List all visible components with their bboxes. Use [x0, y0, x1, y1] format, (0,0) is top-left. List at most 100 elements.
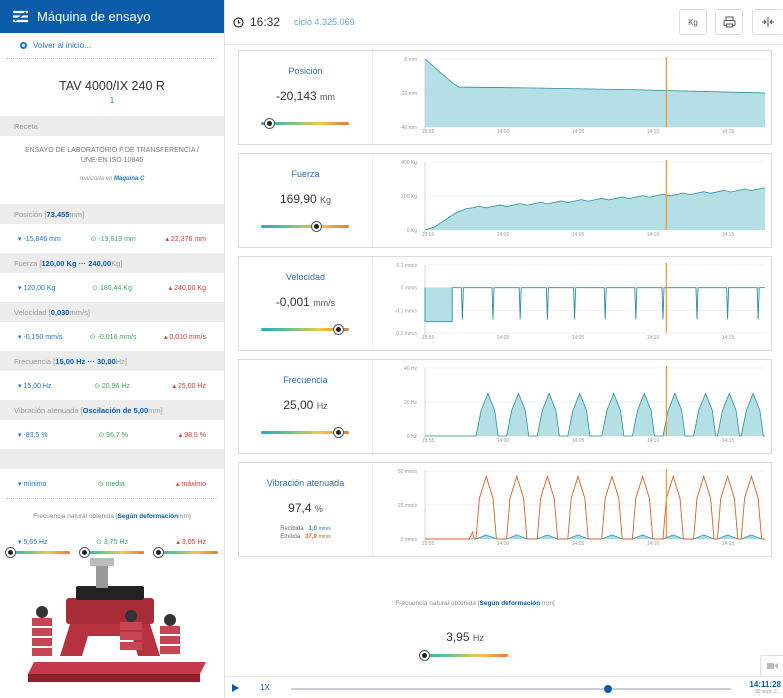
stat-min: ▾ 15,00 Hz: [18, 382, 52, 390]
y-tick-label: 50 mm/s: [398, 469, 418, 475]
unit-button[interactable]: Kg: [679, 9, 707, 35]
natfreq-label: Frecuencia natural obtenida [Según defor…: [6, 498, 218, 533]
section-range: 73,455: [46, 209, 70, 219]
section-label: Vibración atenuada [: [14, 405, 83, 415]
natfreq-main-unit: Hz: [472, 633, 484, 643]
panel-slider[interactable]: [261, 325, 349, 334]
recipe-block: ENSAYO DE LABORATORIO P.DE TRANSFERENCIA…: [0, 136, 224, 204]
panel-value: -20,143 mm: [239, 89, 372, 103]
panel-slider[interactable]: [261, 428, 349, 437]
stat-avg: ⊙ 180,44 Kg: [92, 284, 132, 292]
stats-values: ▾ 120,00 Kg ⊙ 180,44 Kg ▴ 240,00 Kg: [0, 273, 224, 302]
panel-unit: mm/s: [313, 298, 336, 308]
section-unit: mm]: [148, 405, 163, 415]
stat-min: ▾ -15,846 mm: [18, 235, 61, 243]
y-tick-label: 20 Hz: [404, 400, 418, 406]
series-area: [425, 59, 765, 127]
stat-max: ▴ 0,010 mm/s: [163, 333, 206, 341]
legend-min-label: mínimo: [23, 480, 47, 488]
x-tick-label: 14:05: [572, 129, 585, 135]
x-tick-label: 14:10: [647, 541, 660, 547]
panel-title: Fuerza: [291, 169, 320, 179]
stat-max: ▴ 22,376 mm: [165, 235, 207, 243]
y-tick-label: 200 Kg: [401, 194, 417, 200]
y-tick-label: 400 Kg: [401, 160, 417, 166]
compress-button[interactable]: [752, 9, 782, 35]
y-tick-label: 0 mm: [405, 57, 418, 63]
chart-svg: 50 mm/s 25 mm/s 0 mm/s 13:55 14:00 14:05 14:10…: [398, 469, 765, 547]
x-tick-label: 14:10: [647, 232, 660, 238]
x-tick-label: 14:05: [572, 541, 585, 547]
machine-name: TAV 4000/IX 240 R: [59, 79, 165, 93]
slider-knob[interactable]: [420, 651, 429, 660]
player-time-value: 14:11:28: [749, 680, 781, 689]
panel-title: Posición: [288, 66, 323, 76]
product-image: [28, 558, 206, 682]
panel-unit: mm: [320, 92, 336, 102]
natfreq-avg-slider[interactable]: [80, 548, 144, 557]
panel-unit: Hz: [316, 401, 328, 411]
stat-avg: ⊙ 96,7 %: [98, 431, 128, 439]
slider-knob[interactable]: [264, 119, 274, 128]
natfreq-min-val: 5,65 Hz: [23, 539, 48, 546]
legend-avg-label: media: [105, 480, 125, 488]
stat-avg-value: -0,016 mm/s: [97, 333, 137, 341]
natfreq-main-slider[interactable]: [420, 651, 508, 660]
stat-max: ▴ 240,00 Kg: [168, 284, 206, 292]
panel-value-number: 169,90: [279, 192, 317, 206]
slider-knob[interactable]: [334, 428, 344, 437]
speed-label[interactable]: 1X: [260, 683, 270, 692]
timeline-knob[interactable]: [603, 685, 612, 693]
received-label: Recibida: [280, 526, 304, 532]
video-icon: [766, 663, 778, 669]
section-unit: Kg]: [111, 258, 123, 268]
section-label: Fuerza [: [14, 258, 42, 268]
emitted-row: Emitida 37,9 mm/s: [239, 533, 372, 541]
section-unit: mm/s]: [69, 307, 90, 317]
y-tick-label: -20 mm: [400, 91, 417, 97]
chart-svg: 400 Kg 200 Kg 0 Kg 13:55 14:00 14:05 14:10 14:1…: [401, 160, 766, 238]
panel-value-number: 97,4: [288, 501, 312, 515]
stat-avg: ⊙ -0,016 mm/s: [89, 333, 137, 341]
natfreq-min-slider[interactable]: [6, 548, 70, 557]
top-bar: 16:32 ciclo 4.325.069 Kg: [225, 0, 783, 45]
natfreq-values: ▾ 5,65 Hz ⊙ 3,75 Hz ▴ 3,05 Hz: [0, 533, 224, 551]
print-button[interactable]: [715, 9, 743, 35]
slider-knob[interactable]: [334, 325, 344, 334]
stat-avg-value: -19,819 mm: [98, 235, 136, 243]
y-tick-label: -0.1 mm/s: [395, 308, 418, 314]
legend-header: [0, 449, 224, 469]
x-tick-label: 13:55: [422, 335, 435, 341]
stat-avg: ⊙ 20,96 Hz: [94, 382, 130, 390]
slider-knob[interactable]: [312, 222, 322, 231]
machine-block: TAV 4000/IX 240 R 1: [0, 59, 224, 116]
x-tick-label: 13:55: [422, 232, 435, 238]
timeline-track[interactable]: [291, 685, 731, 693]
play-icon[interactable]: [230, 683, 240, 693]
x-tick-label: 13:55: [422, 129, 435, 135]
stat-max-value: 240,00 Kg: [174, 284, 206, 292]
stat-avg: ⊙ -19,819 mm: [90, 235, 136, 243]
recipe-machine-name: Máquina C: [114, 176, 145, 182]
x-tick-label: 14:00: [497, 335, 510, 341]
section-range: 0,030: [50, 307, 70, 317]
natfreq-max-slider[interactable]: [154, 548, 218, 557]
section-range: 120,00 Kg ··· 240,00: [41, 258, 112, 268]
stats-values: ▾ -0,150 mm/s ⊙ -0,016 mm/s ▴ 0,010 mm/s: [0, 322, 224, 351]
panel-value: 169,90 Kg: [239, 192, 372, 206]
panel-slider[interactable]: [261, 119, 349, 128]
stats-section-header: Vibración atenuada [Oscilación de 5,00 m…: [0, 400, 224, 420]
chart-panel: Fuerza 169,90 Kg 400 Kg 200 Kg 0 Kg 13:55 14:…: [238, 153, 772, 248]
camera-button[interactable]: [760, 655, 783, 677]
x-tick-label: 14:10: [647, 335, 660, 341]
y-tick-label: -40 mm: [400, 125, 417, 131]
cycle-count: ciclo 4.325.069: [294, 17, 355, 27]
natfreq-main-number: 3,95: [446, 630, 470, 644]
panel-slider[interactable]: [261, 222, 349, 231]
panel-title: Velocidad: [285, 272, 326, 282]
y-tick-label: 0 mm/s: [401, 286, 418, 292]
natfreq-max: ▴ 3,05 Hz: [176, 539, 206, 546]
back-link[interactable]: Volver al inicio...: [6, 33, 218, 59]
panel-info: Posición -20,143 mm: [239, 51, 373, 144]
series-area: [425, 393, 765, 436]
